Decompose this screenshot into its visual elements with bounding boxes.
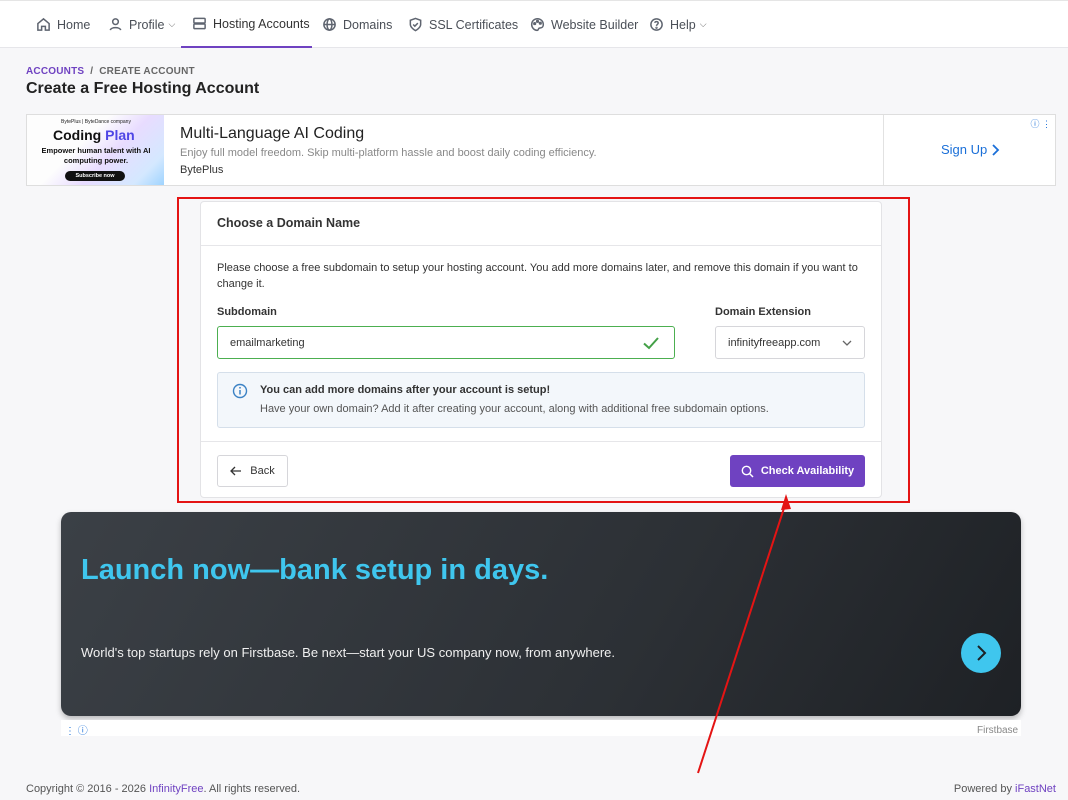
copyright-prefix: Copyright © 2016 - 2026 <box>26 783 150 795</box>
ad-choices-icon[interactable]: ⓘ ⋮ <box>1030 117 1051 130</box>
card-title: Choose a Domain Name <box>217 216 361 230</box>
subdomain-input[interactable]: emailmarketing <box>217 326 675 359</box>
nav-website-builder[interactable]: Website Builder <box>530 1 638 48</box>
user-icon <box>109 18 122 31</box>
domain-extension-label: Domain Extension <box>715 306 811 318</box>
arrow-left-icon <box>230 466 242 476</box>
subdomain-label: Subdomain <box>217 306 277 318</box>
powered-prefix: Powered by <box>953 783 1016 795</box>
page-title: Create a Free Hosting Account <box>26 80 260 97</box>
ad-bottom-body: World's top startups rely on Firstbase. … <box>81 645 616 660</box>
ad-thumbnail[interactable]: BytePlus | ByteDance company Coding Plan… <box>27 115 164 185</box>
breadcrumb-separator: / <box>90 66 94 77</box>
shield-check-icon <box>409 17 422 32</box>
help-circle-icon <box>650 18 663 31</box>
top-navigation: Home Profile ⌵ Hosting Accounts Domains … <box>0 0 1068 48</box>
copyright-suffix: . All rights reserved. <box>203 783 301 795</box>
ad-sponsor: Firstbase <box>977 725 1019 736</box>
nav-ssl-certificates-label: SSL Certificates <box>429 17 519 32</box>
card-header: Choose a Domain Name <box>201 202 881 246</box>
ad-choices-icon[interactable]: ⋮ ⓘ <box>65 722 88 737</box>
nav-domains-label: Domains <box>343 17 393 32</box>
nav-profile-label: Profile <box>129 17 165 32</box>
nav-profile[interactable]: Profile ⌵ <box>108 1 175 48</box>
back-button[interactable]: Back <box>217 455 288 487</box>
ad-description: Enjoy full model freedom. Skip multi-pla… <box>180 147 597 159</box>
globe-icon <box>323 18 336 31</box>
ad-thumb-plan: Coding Plan <box>53 127 135 143</box>
back-button-label: Back <box>250 465 275 477</box>
domain-extension-value: infinityfreeapp.com <box>728 336 821 349</box>
ad-thumb-cta[interactable]: Subscribe now <box>65 171 125 181</box>
nav-home[interactable]: Home <box>36 1 90 48</box>
nav-home-label: Home <box>57 17 91 32</box>
ad-signup-label: Sign Up <box>941 142 988 157</box>
nav-website-builder-label: Website Builder <box>551 17 639 32</box>
breadcrumb-accounts-link[interactable]: ACCOUNTS <box>26 66 84 77</box>
breadcrumb-current: CREATE ACCOUNT <box>99 66 195 77</box>
domain-card: Choose a Domain Name Please choose a fre… <box>200 201 882 498</box>
ad-bottom-go-button[interactable] <box>961 633 1001 673</box>
subdomain-value: emailmarketing <box>230 336 305 349</box>
ad-thumb-plan-accent: Plan <box>105 127 135 143</box>
info-alert: You can add more domains after your acco… <box>217 372 865 428</box>
banner-ad[interactable]: BytePlus | ByteDance company Coding Plan… <box>26 114 1056 186</box>
ad-signup-link[interactable]: Sign Up <box>941 142 1001 157</box>
check-icon <box>643 337 659 350</box>
check-availability-button[interactable]: Check Availability <box>730 455 865 487</box>
check-availability-label: Check Availability <box>760 465 855 477</box>
info-text: Have your own domain? Add it after creat… <box>260 403 769 415</box>
ifastnet-link[interactable]: iFastNet <box>1015 783 1056 795</box>
ad-thumb-tagline: Empower human talent with AI computing p… <box>41 146 151 165</box>
info-title: You can add more domains after your acco… <box>260 384 551 396</box>
search-icon <box>741 465 754 478</box>
ad-headline[interactable]: Multi-Language AI Coding <box>180 125 364 143</box>
server-icon <box>193 17 206 30</box>
chevron-down-icon: ⌵ <box>168 19 176 29</box>
firstbase-ad[interactable]: Launch now—bank setup in days. World's t… <box>61 512 1021 716</box>
nav-hosting-accounts[interactable]: Hosting Accounts <box>181 1 312 48</box>
nav-help[interactable]: Help ⌵ <box>649 1 707 48</box>
nav-help-label: Help <box>670 17 696 32</box>
card-footer: Back Check Availability <box>201 441 881 498</box>
palette-icon <box>530 17 545 32</box>
infinityfree-link[interactable]: InfinityFree <box>149 783 203 795</box>
ad-advertiser: BytePlus <box>180 164 224 176</box>
chevron-down-icon: ⌵ <box>699 19 707 29</box>
ad-divider <box>883 115 884 185</box>
breadcrumb: ACCOUNTS / CREATE ACCOUNT <box>26 66 195 77</box>
ad-thumb-plan-word: Coding <box>53 127 102 143</box>
powered-by: Powered by iFastNet <box>954 783 1056 795</box>
ad-bottom-headline[interactable]: Launch now—bank setup in days. <box>81 554 548 587</box>
nav-domains[interactable]: Domains <box>322 1 392 48</box>
info-icon <box>232 383 248 399</box>
ad-thumb-brand: BytePlus | ByteDance company <box>61 119 131 125</box>
home-icon <box>37 17 50 31</box>
nav-hosting-accounts-label: Hosting Accounts <box>213 16 310 31</box>
domain-extension-select[interactable]: infinityfreeapp.com <box>715 326 865 359</box>
chevron-right-icon <box>977 645 987 661</box>
ad-bottom-footer: ⋮ ⓘ <box>61 720 1021 737</box>
chevron-down-icon <box>842 340 852 346</box>
nav-ssl-certificates[interactable]: SSL Certificates <box>408 1 518 48</box>
chevron-right-icon <box>992 143 1000 156</box>
copyright: Copyright © 2016 - 2026 InfinityFree. Al… <box>26 783 300 795</box>
intro-text: Please choose a free subdomain to setup … <box>217 262 858 290</box>
